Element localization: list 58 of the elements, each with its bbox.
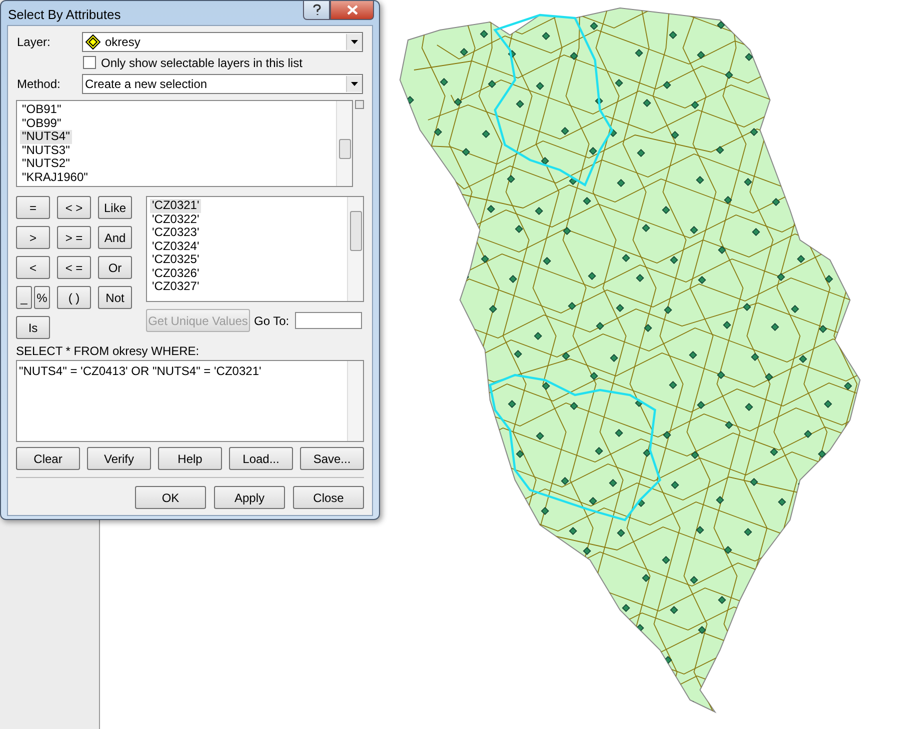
help-icon — [312, 4, 322, 16]
sql-label: SELECT * FROM okresy WHERE: — [16, 344, 200, 358]
checkbox-label: Only show selectable layers in this list — [101, 56, 302, 70]
window-title: Select By Attributes — [8, 7, 121, 22]
scrollbar[interactable] — [347, 197, 363, 301]
close-icon — [346, 5, 358, 15]
operator-button[interactable]: < — [16, 256, 50, 279]
go-to-label: Go To: — [254, 314, 290, 328]
value-item[interactable]: 'CZ0326' — [150, 266, 202, 280]
field-item[interactable]: "NUTS3" — [20, 144, 72, 157]
expression-button[interactable]: Clear — [16, 447, 80, 470]
values-list[interactable]: 'CZ0321' 'CZ0322' 'CZ0323' 'CZ0324' 'CZ0325' 'CZ0326' 'CZ0327' — [146, 196, 364, 302]
value-item[interactable]: 'CZ0321' — [150, 199, 202, 212]
field-item[interactable]: "KRAJ1960" — [20, 170, 90, 184]
layer-label: Layer: — [16, 35, 52, 49]
expression-button[interactable]: Load... — [229, 447, 293, 470]
expression-field[interactable]: "NUTS4" = 'CZ0413' OR "NUTS4" = 'CZ0321' — [16, 360, 364, 442]
expression-button[interactable]: Verify — [87, 447, 151, 470]
value-item[interactable]: 'CZ0327' — [150, 280, 202, 294]
operator-button[interactable]: ( ) — [57, 286, 91, 309]
dialog-button[interactable]: Close — [293, 486, 364, 509]
layer-dropdown[interactable]: okresy — [82, 32, 363, 52]
caret-icon — [351, 40, 358, 44]
operator-button[interactable]: Not — [98, 286, 132, 309]
expression-button[interactable]: Save... — [300, 447, 364, 470]
operator-button[interactable]: < > — [57, 196, 91, 219]
operator-button[interactable]: Or — [98, 256, 132, 279]
method-label: Method: — [16, 77, 62, 91]
operator-button[interactable]: > = — [57, 226, 91, 249]
caret-icon — [351, 82, 358, 86]
help-button[interactable] — [303, 1, 330, 20]
dialog-button[interactable]: Apply — [214, 486, 285, 509]
scrollbar[interactable] — [336, 101, 352, 186]
field-item[interactable]: "OB91" — [20, 103, 64, 116]
dialog-button[interactable]: OK — [135, 486, 206, 509]
operator-button[interactable]: And — [98, 226, 132, 249]
value-item[interactable]: 'CZ0322' — [150, 212, 202, 226]
operator-button[interactable]: > — [16, 226, 50, 249]
go-to-field[interactable] — [295, 312, 362, 329]
value-item[interactable]: 'CZ0325' — [150, 253, 202, 266]
field-item[interactable]: "NUTS4" — [20, 130, 72, 144]
operator-button[interactable]: _ — [16, 286, 32, 309]
expression-button[interactable]: Help — [158, 447, 222, 470]
checkbox[interactable] — [83, 56, 96, 69]
operator-button[interactable]: = — [16, 196, 50, 219]
operator-button[interactable]: % — [34, 286, 50, 309]
method-dropdown[interactable]: Create a new selection — [82, 74, 363, 94]
field-item[interactable]: "NUTS2" — [20, 157, 72, 170]
close-button[interactable] — [330, 1, 374, 20]
value-item[interactable]: 'CZ0324' — [150, 240, 202, 253]
expand-button[interactable] — [355, 100, 364, 109]
fields-list[interactable]: "OB91" "OB99" "NUTS4" "NUTS3" "NUTS2" "KRAJ1960" — [16, 100, 354, 187]
value-item[interactable]: 'CZ0323' — [150, 226, 202, 240]
layer-icon — [85, 34, 101, 50]
field-item[interactable]: "OB99" — [20, 116, 64, 130]
operator-button[interactable]: < = — [57, 256, 91, 279]
operator-button[interactable]: Is — [16, 316, 50, 339]
operator-button[interactable]: Like — [98, 196, 132, 219]
